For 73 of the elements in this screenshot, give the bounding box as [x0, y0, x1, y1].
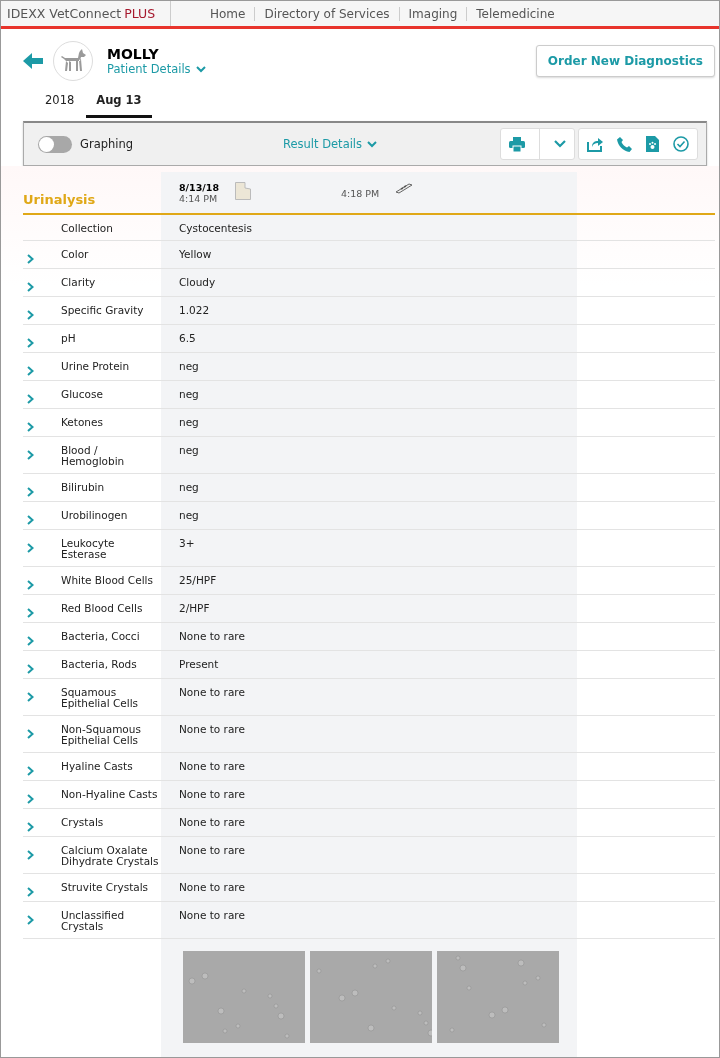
share-icon[interactable] [587, 136, 603, 152]
test-result: 1.022 [179, 304, 210, 316]
nav-link[interactable]: Directory of Services [255, 6, 399, 21]
test-result: 2/HPF [179, 602, 210, 614]
result-date: 8/13/18 [179, 182, 219, 193]
test-result: None to rare [179, 881, 245, 893]
expand-chevron-icon[interactable] [27, 915, 34, 925]
test-result: Yellow [179, 248, 212, 260]
test-result: neg [179, 444, 199, 456]
test-result: neg [179, 509, 199, 521]
test-result: neg [179, 416, 199, 428]
expand-chevron-icon[interactable] [27, 450, 34, 460]
test-result: neg [179, 481, 199, 493]
date-tab[interactable]: Aug 13 [86, 89, 152, 118]
phone-icon[interactable] [617, 136, 632, 152]
expand-chevron-icon[interactable] [27, 608, 34, 618]
expand-chevron-icon[interactable] [27, 487, 34, 497]
test-result: 3+ [179, 537, 195, 549]
test-result: None to rare [179, 723, 245, 735]
expand-chevron-icon[interactable] [27, 794, 34, 804]
expand-chevron-icon[interactable] [27, 580, 34, 590]
back-arrow-icon[interactable] [23, 53, 43, 69]
nav-link[interactable]: Home [201, 6, 255, 21]
expand-chevron-icon[interactable] [27, 766, 34, 776]
test-result: Cloudy [179, 276, 216, 288]
test-result: neg [179, 388, 199, 400]
expand-chevron-icon[interactable] [27, 254, 34, 264]
document-paw-icon[interactable] [646, 136, 659, 152]
expand-chevron-icon[interactable] [27, 664, 34, 674]
patient-name: MOLLY [107, 46, 160, 62]
expand-chevron-icon[interactable] [27, 822, 34, 832]
test-result: Present [179, 658, 219, 670]
test-result: neg [179, 360, 199, 372]
check-circle-icon[interactable] [673, 136, 689, 152]
graphing-label: Graphing [80, 137, 134, 151]
test-result: None to rare [179, 760, 245, 772]
test-result: None to rare [179, 909, 245, 921]
test-result: None to rare [179, 816, 245, 828]
date-tab[interactable]: 2018 [45, 89, 75, 118]
test-result: 25/HPF [179, 574, 217, 586]
print-icon[interactable] [509, 136, 525, 152]
result-time: 4:18 PM [341, 188, 380, 199]
expand-chevron-icon[interactable] [27, 366, 34, 376]
result-time: 4:14 PM [179, 193, 219, 204]
test-result: Cystocentesis [179, 222, 252, 234]
expand-chevron-icon[interactable] [27, 394, 34, 404]
test-result: 6.5 [179, 332, 196, 344]
patient-details-dropdown[interactable]: Patient Details [107, 62, 206, 76]
chevron-down-icon [367, 140, 378, 148]
test-strip-icon [395, 182, 414, 194]
document-icon[interactable] [235, 182, 251, 200]
expand-chevron-icon[interactable] [27, 543, 34, 553]
section-title: Urinalysis [23, 192, 97, 209]
expand-chevron-icon[interactable] [27, 729, 34, 739]
expand-chevron-icon[interactable] [27, 282, 34, 292]
chevron-down-icon [195, 65, 206, 73]
expand-chevron-icon[interactable] [27, 636, 34, 646]
test-result: None to rare [179, 844, 245, 856]
graphing-toggle[interactable] [38, 135, 72, 153]
chevron-down-icon[interactable] [554, 140, 566, 148]
brand-logo[interactable]: IDEXX VetConnect PLUS [1, 1, 171, 26]
expand-chevron-icon[interactable] [27, 850, 34, 860]
expand-chevron-icon[interactable] [27, 338, 34, 348]
expand-chevron-icon[interactable] [27, 310, 34, 320]
test-result: None to rare [179, 630, 245, 642]
nav-link[interactable]: Imaging [399, 6, 467, 21]
expand-chevron-icon[interactable] [27, 887, 34, 897]
test-result: None to rare [179, 788, 245, 800]
expand-chevron-icon[interactable] [27, 422, 34, 432]
test-result: None to rare [179, 686, 245, 698]
nav-link[interactable]: Telemedicine [467, 6, 564, 21]
expand-chevron-icon[interactable] [27, 515, 34, 525]
expand-chevron-icon[interactable] [27, 692, 34, 702]
